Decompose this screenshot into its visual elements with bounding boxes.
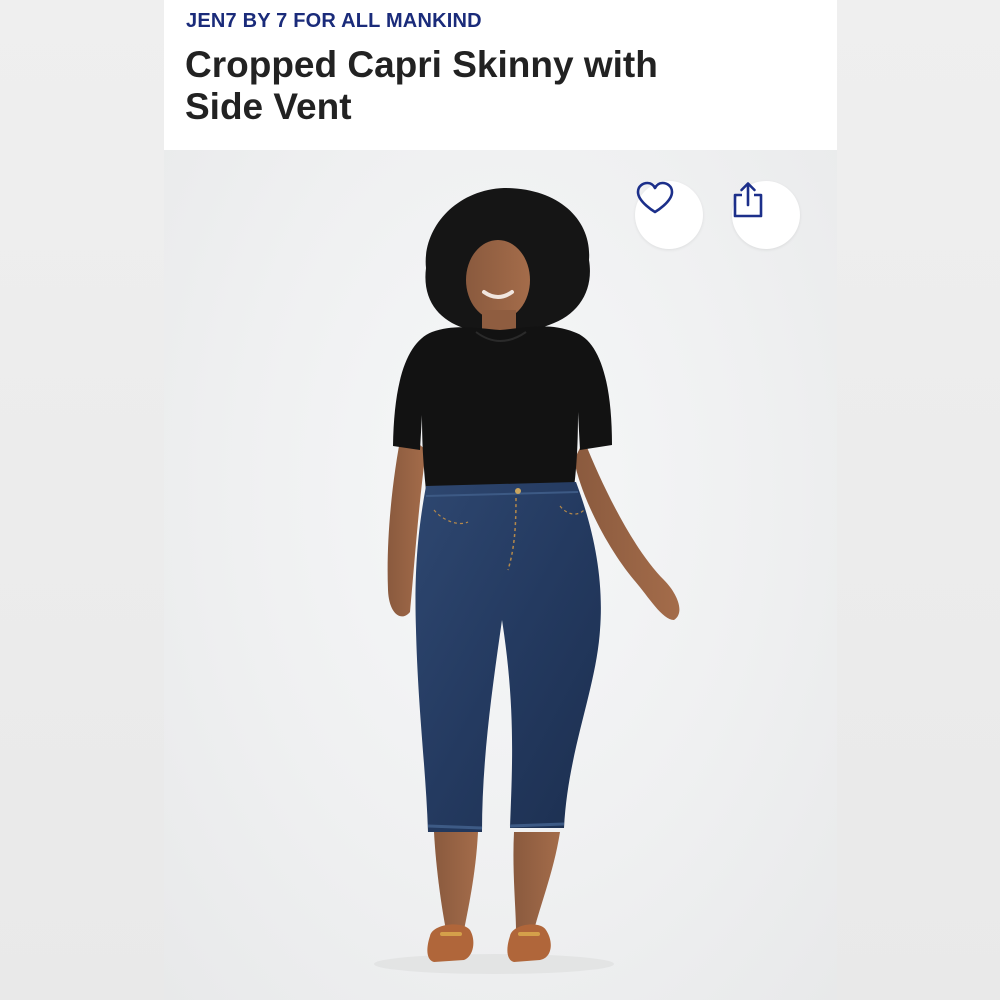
favorite-button[interactable] [635, 181, 703, 249]
share-upload-icon [733, 182, 763, 218]
share-button[interactable] [732, 181, 800, 249]
product-image[interactable] [164, 150, 837, 1000]
product-header: JEN7 BY 7 FOR ALL MANKIND Cropped Capri … [164, 0, 837, 150]
product-title: Cropped Capri Skinny with Side Vent [185, 44, 658, 127]
heart-outline-icon [636, 181, 674, 214]
model-illustration [374, 188, 680, 974]
left-backdrop [0, 0, 164, 1000]
right-backdrop [837, 0, 1000, 1000]
product-card: JEN7 BY 7 FOR ALL MANKIND Cropped Capri … [164, 0, 837, 1000]
brand-link[interactable]: JEN7 BY 7 FOR ALL MANKIND [186, 10, 482, 33]
